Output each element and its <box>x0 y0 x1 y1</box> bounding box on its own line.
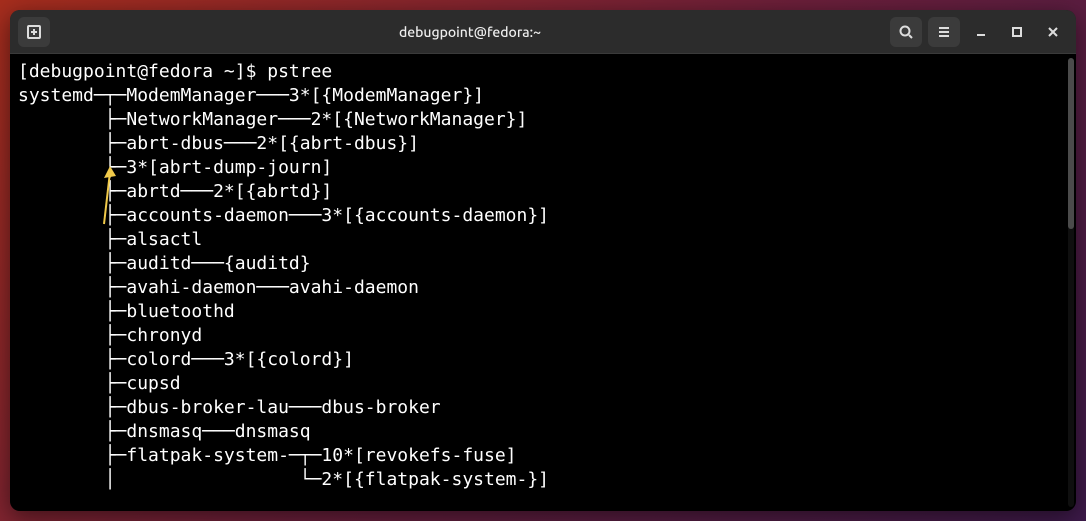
output-line: ├─NetworkManager───2*[{NetworkManager}] <box>18 108 1068 132</box>
command: pstree <box>267 61 332 82</box>
maximize-button[interactable] <box>1002 18 1032 46</box>
output-line: ├─abrt-dbus───2*[{abrt-dbus}] <box>18 132 1068 156</box>
output-line: ├─alsactl <box>18 228 1068 252</box>
titlebar: debugpoint@fedora:~ <box>10 10 1076 54</box>
output-line: ├─avahi-daemon───avahi-daemon <box>18 276 1068 300</box>
output-line: ├─dbus-broker-lau───dbus-broker <box>18 396 1068 420</box>
minimize-icon <box>975 26 987 38</box>
output-line: ├─auditd───{auditd} <box>18 252 1068 276</box>
output-line: ├─dnsmasq───dnsmasq <box>18 420 1068 444</box>
output-line: ├─cupsd <box>18 372 1068 396</box>
close-icon <box>1047 26 1059 38</box>
window-title: debugpoint@fedora:~ <box>56 24 884 40</box>
output-line: ├─abrtd───2*[{abrtd}] <box>18 180 1068 204</box>
hamburger-icon <box>936 24 952 40</box>
output-line: ├─3*[abrt-dump-journ] <box>18 156 1068 180</box>
close-button[interactable] <box>1038 18 1068 46</box>
scroll-thumb[interactable] <box>1068 58 1074 229</box>
output-line: systemd─┬─ModemManager───3*[{ModemManage… <box>18 84 1068 108</box>
terminal-window: debugpoint@fedora:~ <box>10 10 1076 511</box>
maximize-icon <box>1011 26 1023 38</box>
menu-button[interactable] <box>928 17 960 47</box>
output-line: ├─colord───3*[{colord}] <box>18 348 1068 372</box>
prompt-line: [debugpoint@fedora ~]$ pstree <box>18 60 1068 84</box>
terminal-body[interactable]: [debugpoint@fedora ~]$ pstree systemd─┬─… <box>10 54 1076 511</box>
new-tab-icon <box>26 24 42 40</box>
output-line: ├─chronyd <box>18 324 1068 348</box>
search-icon <box>898 24 914 40</box>
search-button[interactable] <box>890 17 922 47</box>
output-line: ├─bluetoothd <box>18 300 1068 324</box>
minimize-button[interactable] <box>966 18 996 46</box>
prompt: [debugpoint@fedora ~]$ <box>18 61 267 82</box>
scrollbar[interactable] <box>1068 58 1074 507</box>
new-tab-button[interactable] <box>18 17 50 47</box>
output-line: ├─accounts-daemon───3*[{accounts-daemon}… <box>18 204 1068 228</box>
output-line: ├─flatpak-system-─┬─10*[revokefs-fuse] <box>18 444 1068 468</box>
output-line: │ └─2*[{flatpak-system-}] <box>18 468 1068 492</box>
